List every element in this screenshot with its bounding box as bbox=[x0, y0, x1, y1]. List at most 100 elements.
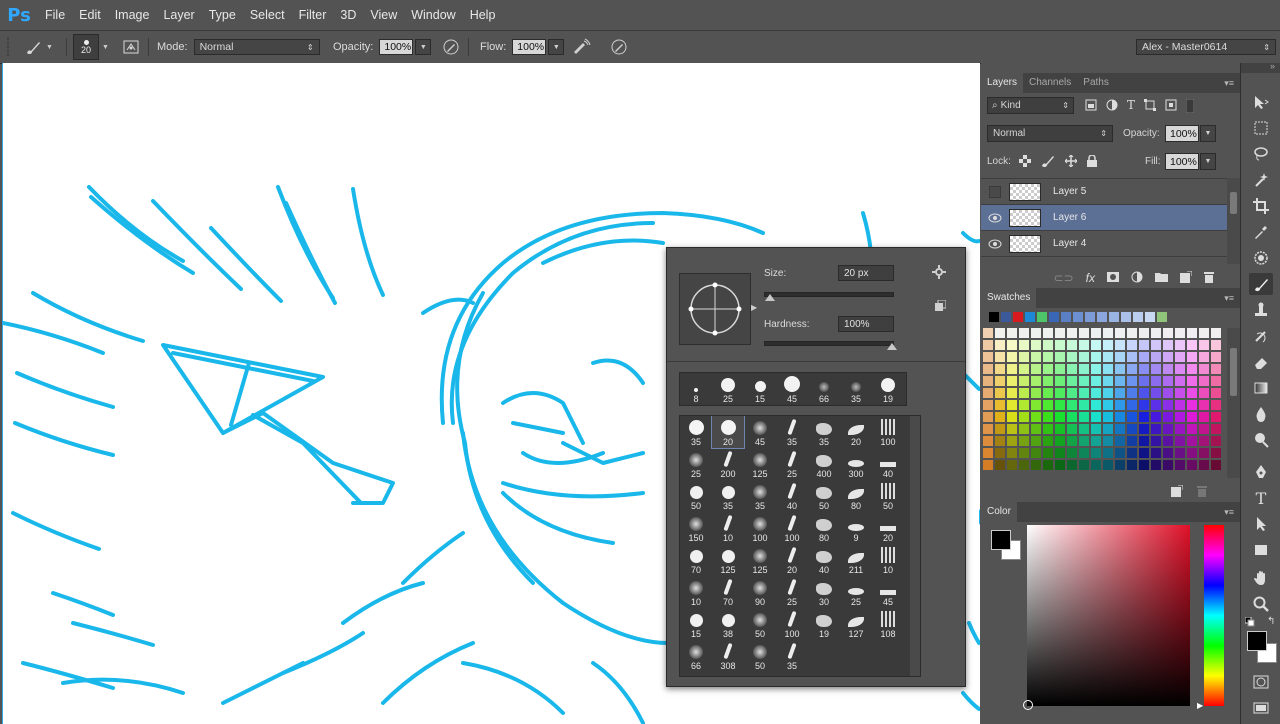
swatch[interactable] bbox=[1115, 436, 1125, 446]
swatch[interactable] bbox=[1163, 460, 1173, 470]
brush-preset[interactable]: 100 bbox=[776, 608, 808, 640]
swatch[interactable] bbox=[995, 460, 1005, 470]
dodge-tool-icon[interactable] bbox=[1249, 429, 1273, 451]
swatch[interactable] bbox=[1211, 340, 1221, 350]
brush-preset[interactable]: 35 bbox=[680, 416, 712, 448]
swatch[interactable] bbox=[983, 352, 993, 362]
layer-filter-dropdown[interactable]: ⌕ Kind ⇕ bbox=[987, 97, 1074, 114]
new-group-icon[interactable] bbox=[1155, 272, 1168, 285]
swatch[interactable] bbox=[1115, 460, 1125, 470]
swatch[interactable] bbox=[1103, 352, 1113, 362]
brush-preset[interactable]: 400 bbox=[808, 448, 840, 480]
hardness-slider-handle[interactable] bbox=[887, 343, 897, 350]
swatch[interactable] bbox=[1199, 460, 1209, 470]
swatch[interactable] bbox=[1163, 376, 1173, 386]
swatch[interactable] bbox=[1163, 352, 1173, 362]
brush-preset[interactable]: 25 bbox=[776, 448, 808, 480]
brush-preset[interactable]: 40 bbox=[808, 544, 840, 576]
swatch[interactable] bbox=[1055, 436, 1065, 446]
swatch[interactable] bbox=[1031, 436, 1041, 446]
swatch[interactable] bbox=[983, 412, 993, 422]
swatch[interactable] bbox=[983, 388, 993, 398]
swatch[interactable] bbox=[1067, 364, 1077, 374]
crop-tool-icon[interactable] bbox=[1249, 195, 1273, 217]
swatch[interactable] bbox=[1211, 352, 1221, 362]
swatch[interactable] bbox=[1079, 352, 1089, 362]
menu-help[interactable]: Help bbox=[463, 0, 503, 30]
swatch[interactable] bbox=[1007, 364, 1017, 374]
swatch[interactable] bbox=[1031, 376, 1041, 386]
swatch[interactable] bbox=[1211, 376, 1221, 386]
layer-blend-mode-dropdown[interactable]: Normal ⇕ bbox=[987, 125, 1113, 142]
swatch[interactable] bbox=[1211, 436, 1221, 446]
clone-stamp-tool-icon[interactable] bbox=[1249, 299, 1273, 321]
swatch[interactable] bbox=[1115, 448, 1125, 458]
new-layer-icon[interactable] bbox=[1180, 270, 1193, 286]
swatch[interactable] bbox=[1127, 448, 1137, 458]
layer-thumbnail[interactable] bbox=[1009, 208, 1041, 227]
marquee-tool-icon[interactable] bbox=[1249, 117, 1273, 139]
swatch[interactable] bbox=[1103, 400, 1113, 410]
swatch[interactable] bbox=[1043, 352, 1053, 362]
swap-colors-icon[interactable]: ↰ bbox=[1267, 616, 1275, 627]
brush-preset[interactable]: 66 bbox=[680, 640, 712, 672]
menu-image[interactable]: Image bbox=[108, 0, 157, 30]
menu-file[interactable]: File bbox=[38, 0, 72, 30]
swatch[interactable] bbox=[1067, 328, 1077, 338]
preset-scrollbar[interactable] bbox=[910, 416, 920, 676]
swatch[interactable] bbox=[1115, 412, 1125, 422]
swatch[interactable] bbox=[1031, 328, 1041, 338]
pen-tool-icon[interactable] bbox=[1249, 461, 1273, 483]
brush-preset[interactable]: 35 bbox=[776, 416, 808, 448]
swatch[interactable] bbox=[1199, 376, 1209, 386]
layer-name[interactable]: Layer 4 bbox=[1053, 238, 1086, 249]
brush-preset[interactable]: 25 bbox=[840, 576, 872, 608]
color-picker-cursor[interactable] bbox=[1023, 700, 1033, 710]
swatch[interactable] bbox=[1127, 424, 1137, 434]
swatch[interactable] bbox=[1091, 340, 1101, 350]
brush-preset[interactable]: 35 bbox=[744, 480, 776, 512]
swatch[interactable] bbox=[1175, 400, 1185, 410]
filter-pixel-icon[interactable] bbox=[1085, 99, 1097, 116]
brush-preset[interactable]: 70 bbox=[712, 576, 744, 608]
swatch-scrollbar[interactable] bbox=[1227, 328, 1240, 478]
brush-preset[interactable]: 125 bbox=[744, 544, 776, 576]
swatch[interactable] bbox=[1103, 448, 1113, 458]
brush-preset[interactable]: 10 bbox=[712, 512, 744, 544]
brush-preset[interactable]: 19 bbox=[808, 608, 840, 640]
brush-preset[interactable]: 300 bbox=[840, 448, 872, 480]
rectangle-tool-icon[interactable] bbox=[1249, 539, 1273, 561]
swatch[interactable] bbox=[983, 448, 993, 458]
swatch[interactable] bbox=[1127, 328, 1137, 338]
brush-preset[interactable]: 100 bbox=[872, 416, 904, 448]
swatch[interactable] bbox=[1043, 448, 1053, 458]
gradient-tool-icon[interactable] bbox=[1249, 377, 1273, 399]
fg-bg-color-swatches[interactable] bbox=[991, 530, 1021, 560]
swatch[interactable] bbox=[1043, 400, 1053, 410]
swatch[interactable] bbox=[995, 340, 1005, 350]
menu-filter[interactable]: Filter bbox=[292, 0, 334, 30]
quick-mask-icon[interactable] bbox=[1249, 671, 1273, 693]
swatch[interactable] bbox=[995, 436, 1005, 446]
swatch[interactable] bbox=[1139, 376, 1149, 386]
swatch[interactable] bbox=[1043, 340, 1053, 350]
tool-preset-picker[interactable]: ▼ bbox=[22, 31, 53, 63]
swatch[interactable] bbox=[995, 376, 1005, 386]
brush-preset[interactable]: 100 bbox=[744, 512, 776, 544]
swatch[interactable] bbox=[1139, 328, 1149, 338]
menu-type[interactable]: Type bbox=[202, 0, 243, 30]
swatch[interactable] bbox=[1019, 436, 1029, 446]
brush-preset[interactable]: 80 bbox=[840, 480, 872, 512]
recent-brush[interactable]: 15 bbox=[744, 373, 776, 405]
swatch[interactable] bbox=[1175, 364, 1185, 374]
swatch[interactable] bbox=[983, 328, 993, 338]
panel-menu-icon[interactable]: ▾≡ bbox=[1224, 73, 1234, 93]
menu-select[interactable]: Select bbox=[243, 0, 292, 30]
lock-position-icon[interactable] bbox=[1064, 154, 1078, 170]
swatch[interactable] bbox=[1139, 424, 1149, 434]
swatch[interactable] bbox=[1019, 340, 1029, 350]
swatch[interactable] bbox=[1055, 352, 1065, 362]
swatch[interactable] bbox=[1067, 376, 1077, 386]
brush-preset[interactable]: 108 bbox=[872, 608, 904, 640]
swatch[interactable] bbox=[1127, 412, 1137, 422]
